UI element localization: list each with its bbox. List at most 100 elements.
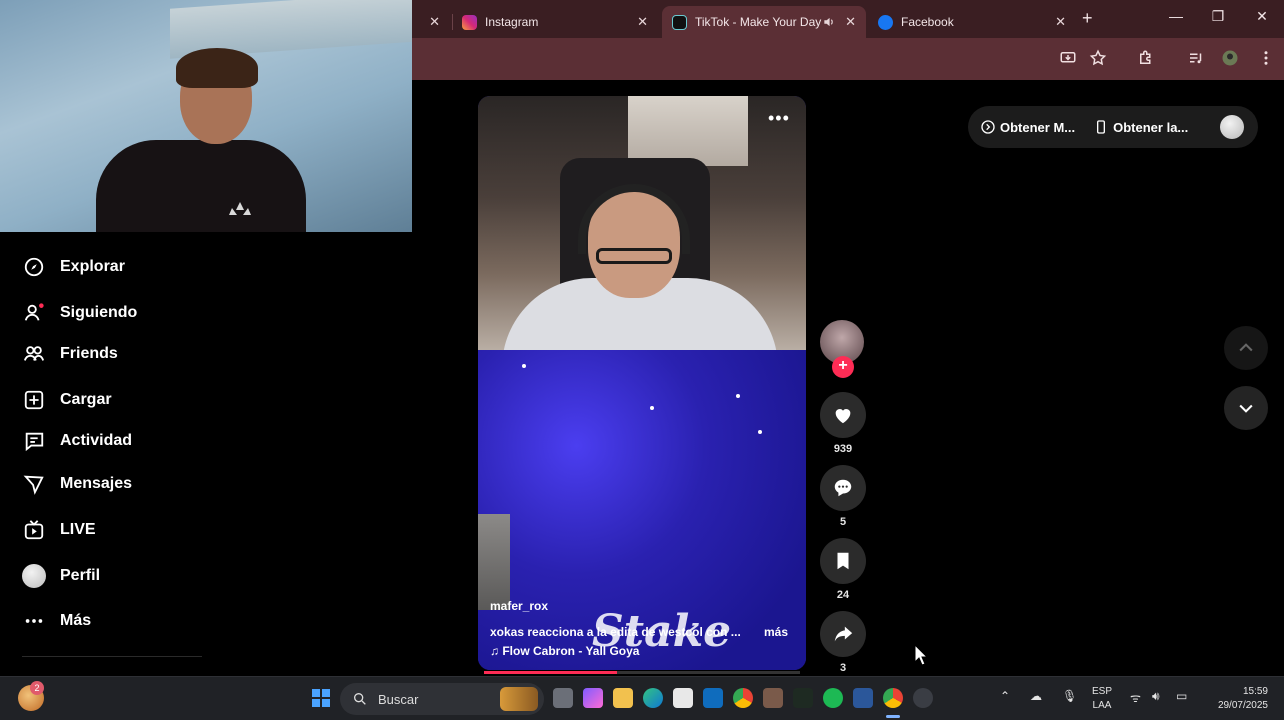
word-icon[interactable] <box>853 688 873 708</box>
maximize-button[interactable]: ❐ <box>1208 8 1228 25</box>
messages-icon <box>22 472 46 496</box>
tab-instagram[interactable]: Instagram ✕ <box>452 6 658 38</box>
share-icon <box>834 626 853 642</box>
sidebar-item-friends[interactable]: Friends <box>22 339 118 369</box>
webcam-overlay <box>0 0 412 232</box>
windows-start-icon[interactable] <box>312 689 330 707</box>
notification-badge: 2 <box>30 681 44 695</box>
sidebar-item-label: LIVE <box>60 521 96 538</box>
chevron-down-icon <box>1239 404 1253 413</box>
save-button[interactable] <box>820 538 866 584</box>
video-music[interactable]: ♫ Flow Cabron - Yall Goya <box>490 644 639 658</box>
webcam-person-hair <box>176 48 258 88</box>
sidebar-item-label: Explorar <box>60 258 125 275</box>
tray-overflow-icon[interactable]: ⌃ <box>1000 689 1010 703</box>
file-explorer-icon[interactable] <box>613 688 633 708</box>
spotify-icon[interactable] <box>823 688 843 708</box>
sidebar-item-label: Perfil <box>60 567 101 584</box>
browser-menu-icon[interactable] <box>1256 48 1276 68</box>
tab-close-icon[interactable]: ✕ <box>845 14 856 30</box>
get-app-pill: Obtener M... Obtener la... <box>968 106 1258 148</box>
follow-button[interactable]: + <box>832 356 854 378</box>
sidebar-item-label: Mensajes <box>60 475 133 492</box>
sidebar-item-explorar[interactable]: Explorar <box>22 252 125 282</box>
tab-tiktok[interactable]: TikTok - Make Your Day ✕ <box>662 6 866 38</box>
microphone-icon[interactable]: 🎙︎ <box>1062 689 1077 703</box>
next-video-button[interactable] <box>1224 386 1268 430</box>
bookmark-star-icon[interactable] <box>1088 48 1108 68</box>
video-player[interactable]: ••• Stake mafer_rox xokas reacciona a la… <box>478 96 806 670</box>
tab-partial[interactable]: ✕ <box>412 6 450 38</box>
video-username[interactable]: mafer_rox <box>490 599 548 613</box>
language-indicator[interactable]: ESP LAA <box>1092 685 1112 713</box>
sidebar-item-mensajes[interactable]: Mensajes <box>22 469 132 499</box>
sidebar-divider <box>22 656 202 657</box>
video-more-options-icon[interactable]: ••• <box>768 108 790 129</box>
webcam-person-shirt <box>96 140 306 232</box>
previous-video-button[interactable] <box>1224 326 1268 370</box>
volume-icon[interactable]: 🔊︎ <box>1152 689 1160 704</box>
chrome-active-icon[interactable] <box>883 688 903 708</box>
wifi-icon[interactable]: ᯤ <box>1130 689 1141 706</box>
tab-close-icon[interactable]: ✕ <box>1055 14 1066 30</box>
taskbar-search[interactable]: Buscar <box>340 683 544 715</box>
star <box>736 394 740 398</box>
activity-icon <box>22 429 46 453</box>
minimize-button[interactable]: — <box>1166 8 1186 24</box>
user-avatar[interactable] <box>1220 115 1244 139</box>
outlook-icon[interactable] <box>703 688 723 708</box>
media-control-icon[interactable] <box>1186 48 1206 68</box>
share-button[interactable] <box>820 611 866 657</box>
profile-avatar-icon[interactable] <box>1220 48 1240 68</box>
new-tab-button[interactable]: + <box>1082 8 1093 29</box>
following-icon <box>22 301 46 325</box>
like-count: 939 <box>833 443 853 455</box>
battery-icon[interactable]: ▭ <box>1176 689 1187 703</box>
star <box>650 406 654 410</box>
language-code: ESP <box>1092 686 1113 697</box>
sidebar-item-live[interactable]: LIVE <box>22 515 96 545</box>
video-more-link[interactable]: más <box>764 625 788 639</box>
extensions-icon[interactable] <box>1136 48 1156 68</box>
install-app-icon[interactable] <box>1058 48 1078 68</box>
comment-button[interactable] <box>820 465 866 511</box>
system-clock[interactable]: 15:59 29/07/2025 <box>1204 685 1268 713</box>
video-progress-bar[interactable] <box>484 671 800 674</box>
sidebar-item-actividad[interactable]: Actividad <box>22 426 132 456</box>
edge-icon[interactable] <box>643 688 663 708</box>
like-button[interactable] <box>820 392 866 438</box>
sidebar-item-perfil[interactable]: Perfil <box>22 561 100 591</box>
video-top-scene <box>478 96 806 368</box>
save-count: 24 <box>836 589 850 601</box>
get-coins-button[interactable]: Obtener M... <box>980 119 1075 135</box>
chrome-icon[interactable] <box>733 688 753 708</box>
sidebar-item-label: Friends <box>60 345 118 362</box>
tab-facebook[interactable]: Facebook ✕ <box>868 6 1076 38</box>
video-progress-fill <box>484 671 617 674</box>
tab-close-icon[interactable]: ✕ <box>429 14 440 30</box>
store-icon[interactable] <box>673 688 693 708</box>
close-window-button[interactable]: ✕ <box>1252 8 1272 25</box>
task-view-icon[interactable] <box>553 688 573 708</box>
sidebar-item-siguiendo[interactable]: Siguiendo <box>22 298 137 328</box>
onedrive-icon[interactable]: ☁ <box>1030 689 1042 703</box>
star <box>522 364 526 368</box>
sidebar-item-mas[interactable]: Más <box>22 606 91 636</box>
tab-label: Facebook <box>901 15 954 29</box>
game-app-icon[interactable] <box>793 688 813 708</box>
chevron-up-icon <box>1239 343 1253 352</box>
app-icon[interactable] <box>913 688 933 708</box>
tiktok-sidebar: Explorar Siguiendo Friends Cargar Activi… <box>0 232 412 676</box>
profile-avatar <box>22 564 46 588</box>
get-app-label: Obtener la... <box>1113 119 1189 135</box>
clock-date: 29/07/2025 <box>1217 700 1268 711</box>
sidebar-item-label: Más <box>60 612 92 629</box>
get-app-button[interactable]: Obtener la... <box>1093 119 1188 135</box>
photo-app-icon[interactable] <box>763 688 783 708</box>
sidebar-item-cargar[interactable]: Cargar <box>22 385 112 415</box>
tab-label: Instagram <box>485 15 539 29</box>
speaker-icon[interactable] <box>822 15 836 29</box>
copilot-icon[interactable] <box>583 688 603 708</box>
scene-window <box>628 96 748 166</box>
tab-close-icon[interactable]: ✕ <box>637 14 648 30</box>
